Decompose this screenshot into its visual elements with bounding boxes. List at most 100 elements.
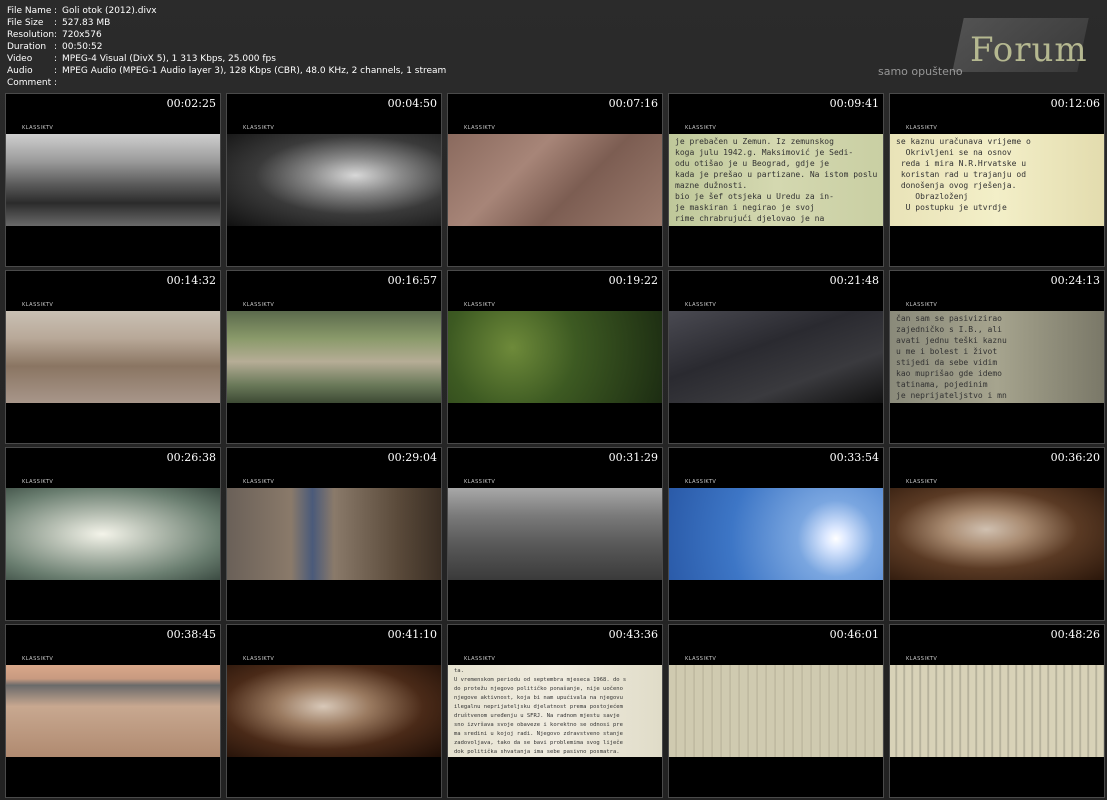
thumbnail-grid: 00:02:25 KLASSIKTV 00:04:50 KLASSIKTV 00:07:…: [5, 93, 1105, 798]
frame-document-text: je prebačen u Zemun. Iz zemunskog koga j…: [675, 137, 878, 226]
thumbnail[interactable]: 00:07:16 KLASSIKTV: [447, 93, 663, 267]
meta-label: Audio: [7, 66, 33, 76]
logo-tagline: samo opušteno: [878, 65, 963, 78]
thumbnail-frame-image: čan sam se pasivizirao zajedničko s I.B.…: [890, 311, 1104, 403]
thumbnail-frame-image: je prebačen u Zemun. Iz zemunskog koga j…: [669, 134, 883, 226]
thumbnail-frame-image: se kaznu uračunava vrijeme o Okrivljeni …: [890, 134, 1104, 226]
thumbnail-frame-image: [6, 311, 220, 403]
thumbnail[interactable]: 00:29:04 KLASSIKTV: [226, 447, 442, 621]
channel-watermark: KLASSIKTV: [906, 656, 938, 662]
meta-label: Video: [7, 54, 33, 64]
thumbnail[interactable]: 00:21:48 KLASSIKTV: [668, 270, 884, 444]
meta-label: File Name: [7, 6, 52, 16]
thumbnail-frame-image: [448, 134, 662, 226]
thumbnail-timestamp: 00:29:04: [387, 451, 437, 464]
channel-watermark: KLASSIKTV: [906, 479, 938, 485]
thumbnail-frame-image: [6, 488, 220, 580]
channel-watermark: KLASSIKTV: [464, 656, 496, 662]
channel-watermark: KLASSIKTV: [22, 656, 54, 662]
thumbnail-timestamp: 00:16:57: [387, 274, 437, 287]
thumbnail-frame-image: [890, 665, 1104, 757]
meta-value: MPEG-4 Visual (DivX 5), 1 313 Kbps, 25.0…: [62, 54, 276, 64]
thumbnail[interactable]: 00:12:06 se kaznu uračunava vrijeme o Okr…: [889, 93, 1105, 267]
meta-separator: :: [54, 66, 58, 76]
channel-watermark: KLASSIKTV: [464, 125, 496, 131]
thumbnail-frame-image: [227, 134, 441, 226]
meta-value: MPEG Audio (MPEG-1 Audio layer 3), 128 K…: [62, 66, 447, 76]
thumbnail[interactable]: 00:46:01 KLASSIKTV: [668, 624, 884, 798]
channel-watermark: KLASSIKTV: [906, 125, 938, 131]
thumbnail-timestamp: 00:04:50: [387, 97, 437, 110]
frame-document-text: čan sam se pasivizirao zajedničko s I.B.…: [896, 314, 1007, 400]
meta-value: 527.83 MB: [62, 18, 111, 28]
thumbnail-frame-image: ta. U vremenskom periodu od septembra mj…: [448, 665, 662, 757]
thumbnail-timestamp: 00:26:38: [166, 451, 216, 464]
thumbnail-timestamp: 00:43:36: [608, 628, 658, 641]
channel-watermark: KLASSIKTV: [464, 479, 496, 485]
channel-watermark: KLASSIKTV: [22, 302, 54, 308]
thumbnail[interactable]: 00:04:50 KLASSIKTV: [226, 93, 442, 267]
channel-watermark: KLASSIKTV: [243, 125, 275, 131]
thumbnail-timestamp: 00:14:32: [166, 274, 216, 287]
thumbnail[interactable]: 00:38:45 KLASSIKTV: [5, 624, 221, 798]
meta-label: Duration: [7, 42, 47, 52]
thumbnail-timestamp: 00:07:16: [608, 97, 658, 110]
thumbnail-frame-image: [890, 488, 1104, 580]
meta-row: File Size:527.83 MB: [7, 17, 446, 29]
thumbnail[interactable]: 00:16:57 KLASSIKTV: [226, 270, 442, 444]
thumbnail[interactable]: 00:36:20 KLASSIKTV: [889, 447, 1105, 621]
meta-row: Duration:00:50:52: [7, 41, 446, 53]
meta-separator: :: [54, 18, 58, 28]
thumbnail-timestamp: 00:48:26: [1050, 628, 1100, 641]
thumbnail-timestamp: 00:09:41: [829, 97, 879, 110]
meta-row: Video: MPEG-4 Visual (DivX 5), 1 313 Kbps…: [7, 53, 446, 65]
channel-watermark: KLASSIKTV: [906, 302, 938, 308]
channel-watermark: KLASSIKTV: [685, 125, 717, 131]
meta-separator: :: [54, 78, 58, 88]
channel-watermark: KLASSIKTV: [685, 656, 717, 662]
meta-label: File Size: [7, 18, 44, 28]
meta-value: Goli otok (2012).divx: [62, 6, 157, 16]
thumbnail[interactable]: 00:02:25 KLASSIKTV: [5, 93, 221, 267]
channel-watermark: KLASSIKTV: [22, 125, 54, 131]
thumbnail[interactable]: 00:48:26 KLASSIKTV: [889, 624, 1105, 798]
thumbnail-frame-image: [448, 311, 662, 403]
thumbnail-timestamp: 00:24:13: [1050, 274, 1100, 287]
thumbnail[interactable]: 00:41:10 KLASSIKTV: [226, 624, 442, 798]
meta-row: Comment:: [7, 77, 446, 89]
frame-document-text: ta. U vremenskom periodu od septembra mj…: [454, 668, 627, 755]
thumbnail-frame-image: [227, 488, 441, 580]
channel-watermark: KLASSIKTV: [22, 479, 54, 485]
frame-document-text: se kaznu uračunava vrijeme o Okrivljeni …: [896, 137, 1031, 212]
thumbnail-frame-image: [227, 665, 441, 757]
channel-watermark: KLASSIKTV: [243, 656, 275, 662]
meta-row: File Name: Goli otok (2012).divx: [7, 5, 446, 17]
thumbnail-timestamp: 00:12:06: [1050, 97, 1100, 110]
thumbnail[interactable]: 00:31:29 KLASSIKTV: [447, 447, 663, 621]
channel-watermark: KLASSIKTV: [243, 479, 275, 485]
thumbnail-timestamp: 00:38:45: [166, 628, 216, 641]
thumbnail-frame-image: [6, 665, 220, 757]
thumbnail-frame-image: [6, 134, 220, 226]
channel-watermark: KLASSIKTV: [685, 302, 717, 308]
thumbnail-timestamp: 00:31:29: [608, 451, 658, 464]
thumbnail[interactable]: 00:33:54 KLASSIKTV: [668, 447, 884, 621]
meta-row: Audio: MPEG Audio (MPEG-1 Audio layer 3),…: [7, 65, 446, 77]
thumbnail-frame-image: [448, 488, 662, 580]
thumbnail[interactable]: 00:19:22 KLASSIKTV: [447, 270, 663, 444]
meta-value: 720x576: [62, 30, 102, 40]
thumbnail-timestamp: 00:21:48: [829, 274, 879, 287]
thumbnail[interactable]: 00:43:36 ta. U vremenskom periodu od sept…: [447, 624, 663, 798]
channel-watermark: KLASSIKTV: [464, 302, 496, 308]
thumbnail[interactable]: 00:26:38 KLASSIKTV: [5, 447, 221, 621]
thumbnail-timestamp: 00:36:20: [1050, 451, 1100, 464]
meta-separator: :: [54, 42, 58, 52]
thumbnail[interactable]: 00:14:32 KLASSIKTV: [5, 270, 221, 444]
meta-separator: :: [54, 54, 58, 64]
thumbnail[interactable]: 00:24:13 čan sam se pasivizirao zajedničk…: [889, 270, 1105, 444]
meta-separator: :: [54, 30, 58, 40]
meta-separator: :: [54, 6, 58, 16]
thumbnail[interactable]: 00:09:41 je prebačen u Zemun. Iz zemunsko…: [668, 93, 884, 267]
thumbnail-frame-image: [669, 488, 883, 580]
thumbnail-frame-image: [669, 665, 883, 757]
